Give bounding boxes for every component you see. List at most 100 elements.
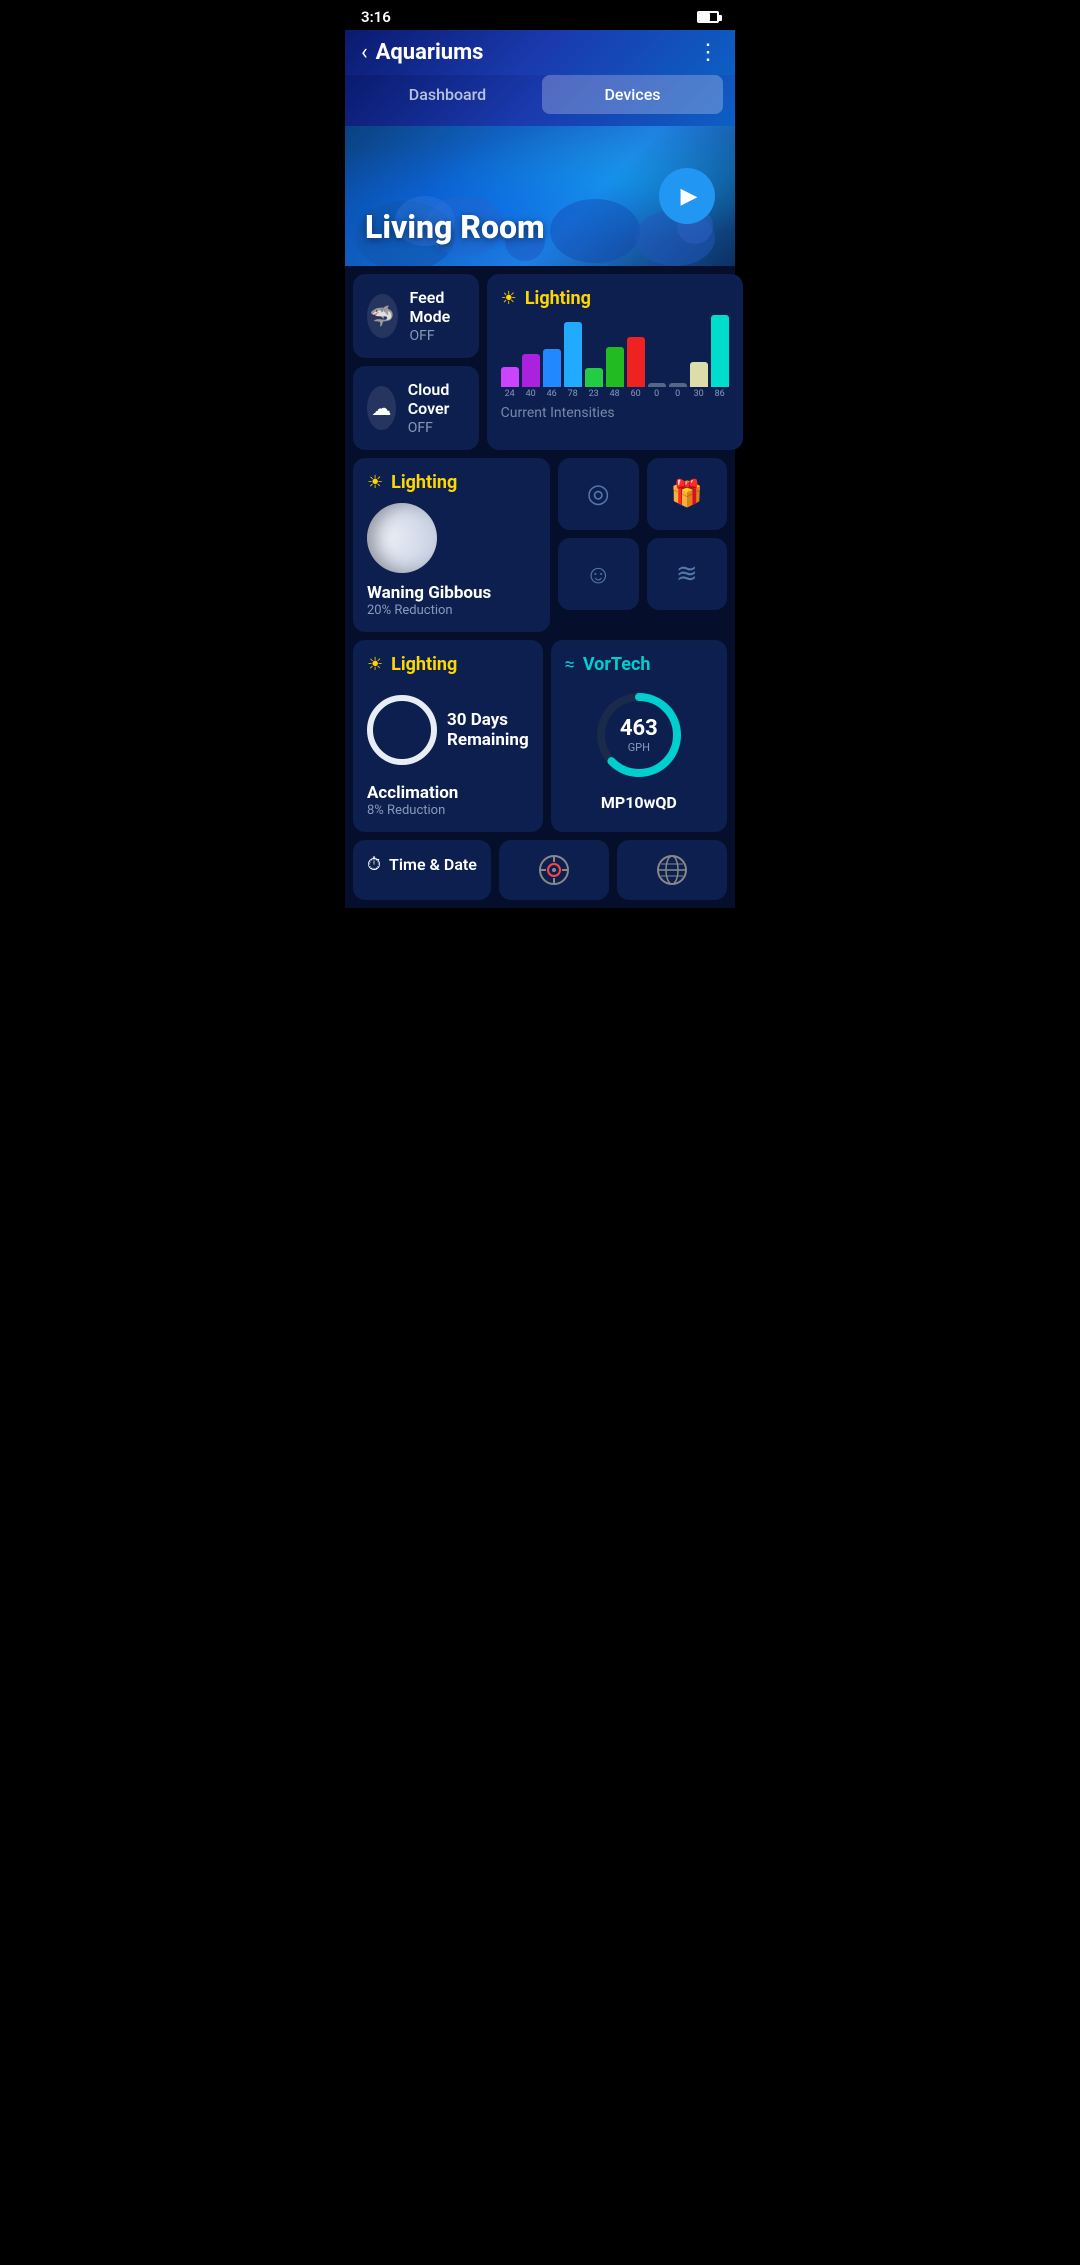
clock-icon: ⏱ bbox=[367, 854, 381, 875]
bar-column: 60 bbox=[627, 337, 645, 399]
bar-label: 78 bbox=[568, 389, 578, 399]
action-smiley-button[interactable]: ☺ bbox=[558, 538, 639, 610]
globe-icon bbox=[654, 852, 690, 888]
moon-phase-icon bbox=[367, 503, 437, 573]
bar-column: 30 bbox=[690, 362, 708, 399]
vortech-model: MP10wQD bbox=[565, 793, 713, 812]
bottom-action-1[interactable] bbox=[499, 840, 609, 900]
moon-reduction-label: 20% Reduction bbox=[367, 603, 536, 618]
days-label: Remaining bbox=[447, 730, 529, 750]
lighting-moon-title: Lighting bbox=[391, 472, 457, 493]
header-left: ‹ Aquariums bbox=[361, 40, 483, 65]
action-wind-button[interactable]: ≋ bbox=[647, 538, 728, 610]
bar bbox=[501, 367, 519, 387]
feed-mode-label: Feed Mode bbox=[410, 288, 465, 326]
bar bbox=[606, 347, 624, 387]
feed-mode-value: OFF bbox=[410, 328, 465, 344]
page-title: Aquariums bbox=[376, 40, 484, 65]
more-menu-button[interactable]: ⋮ bbox=[697, 40, 719, 65]
wave-icon: ≈ bbox=[565, 654, 575, 675]
play-button[interactable]: ▶ bbox=[659, 168, 715, 224]
cloud-cover-value: OFF bbox=[408, 420, 465, 436]
cloud-cover-card[interactable]: ☁ Cloud Cover OFF bbox=[353, 366, 479, 450]
row-1: 🦈 Feed Mode OFF ☁ Cloud Cover OFF bbox=[353, 274, 727, 450]
bar bbox=[648, 383, 666, 387]
bar-column: 0 bbox=[648, 383, 666, 399]
cloud-cover-label: Cloud Cover bbox=[408, 380, 465, 418]
header: ‹ Aquariums ⋮ bbox=[345, 30, 735, 75]
dashboard-grid: 🦈 Feed Mode OFF ☁ Cloud Cover OFF bbox=[345, 266, 735, 908]
row-2: ☀ Lighting Waning Gibbous 20% Reduction … bbox=[353, 458, 727, 632]
vortech-gauge: 463 GPH bbox=[589, 685, 689, 785]
lighting-moon-card: ☀ Lighting Waning Gibbous 20% Reduction bbox=[353, 458, 550, 632]
sun-icon-3: ☀ bbox=[367, 654, 383, 675]
vortech-card: ≈ VorTech 463 GPH MP10wQD bbox=[551, 640, 727, 832]
tab-dashboard[interactable]: Dashboard bbox=[357, 75, 538, 114]
bar-column: 0 bbox=[669, 383, 687, 399]
bar-label: 23 bbox=[589, 389, 599, 399]
bar-column: 40 bbox=[522, 354, 540, 399]
status-time: 3:16 bbox=[361, 8, 391, 26]
lighting-chart-card: ☀ Lighting 24 40 46 78 23 48 60 bbox=[487, 274, 743, 450]
feed-mode-card[interactable]: 🦈 Feed Mode OFF bbox=[353, 274, 479, 358]
lighting-acclimation-title: Lighting bbox=[391, 654, 457, 675]
bar-label: 24 bbox=[505, 389, 515, 399]
row-4: ⏱ Time & Date bbox=[353, 840, 727, 900]
bar-column: 24 bbox=[501, 367, 519, 399]
time-date-title: Time & Date bbox=[389, 855, 477, 874]
gift-icon: 🎁 bbox=[671, 479, 703, 509]
back-button[interactable]: ‹ bbox=[361, 40, 368, 65]
vortech-title: VorTech bbox=[583, 654, 651, 675]
tab-bar: Dashboard Devices bbox=[345, 75, 735, 126]
gauge-text: 463 GPH bbox=[620, 716, 658, 754]
bar bbox=[585, 368, 603, 387]
bar bbox=[564, 322, 582, 387]
wind-icon: ≋ bbox=[676, 559, 698, 589]
bar-label: 30 bbox=[694, 389, 704, 399]
smiley-icon: ☺ bbox=[585, 559, 612, 590]
bar-column: 23 bbox=[585, 368, 603, 399]
sun-icon: ☀ bbox=[501, 288, 517, 309]
bar-column: 78 bbox=[564, 322, 582, 399]
acclimation-reduction: 8% Reduction bbox=[367, 803, 529, 818]
days-remaining: 30 Days bbox=[447, 710, 529, 730]
moon-phase-label: Waning Gibbous bbox=[367, 583, 536, 603]
tab-devices[interactable]: Devices bbox=[542, 75, 723, 114]
action-target-button[interactable]: ◎ bbox=[558, 458, 639, 530]
gauge-value: 463 bbox=[620, 716, 658, 741]
bar bbox=[522, 354, 540, 387]
gauge-unit: GPH bbox=[620, 741, 658, 754]
action-button-grid: ◎ 🎁 ☺ ≋ bbox=[558, 458, 727, 632]
row-3: ☀ Lighting 30 Days Remaining Acclimation… bbox=[353, 640, 727, 832]
aquarium-banner: Living Room ▶ bbox=[345, 126, 735, 266]
time-date-card[interactable]: ⏱ Time & Date bbox=[353, 840, 491, 900]
bar bbox=[543, 349, 561, 388]
action-gift-button[interactable]: 🎁 bbox=[647, 458, 728, 530]
bar-chart: 24 40 46 78 23 48 60 0 0 30 bbox=[501, 319, 729, 399]
bar-label: 46 bbox=[547, 389, 557, 399]
play-icon: ▶ bbox=[681, 184, 698, 209]
bar-label: 0 bbox=[654, 389, 659, 399]
lighting-acclimation-card: ☀ Lighting 30 Days Remaining Acclimation… bbox=[353, 640, 543, 832]
bar bbox=[711, 315, 729, 387]
chart-subtitle: Current Intensities bbox=[501, 405, 729, 421]
bar-label: 40 bbox=[526, 389, 536, 399]
bar-column: 48 bbox=[606, 347, 624, 399]
acclimation-phase: Acclimation bbox=[367, 783, 529, 803]
bar-label: 60 bbox=[631, 389, 641, 399]
bottom-action-2[interactable] bbox=[617, 840, 727, 900]
bar-column: 86 bbox=[711, 315, 729, 399]
bar bbox=[627, 337, 645, 387]
bar-label: 0 bbox=[675, 389, 680, 399]
lighting-chart-title: Lighting bbox=[525, 288, 591, 309]
aquarium-name: Living Room bbox=[365, 208, 545, 246]
sun-icon-2: ☀ bbox=[367, 472, 383, 493]
bar-label: 86 bbox=[715, 389, 725, 399]
target-icon: ◎ bbox=[587, 479, 610, 509]
acclimation-ring bbox=[367, 695, 437, 765]
bar bbox=[690, 362, 708, 387]
bar bbox=[669, 383, 687, 387]
bar-label: 48 bbox=[610, 389, 620, 399]
cloud-cover-icon: ☁ bbox=[367, 386, 396, 430]
battery-icon bbox=[697, 11, 719, 23]
